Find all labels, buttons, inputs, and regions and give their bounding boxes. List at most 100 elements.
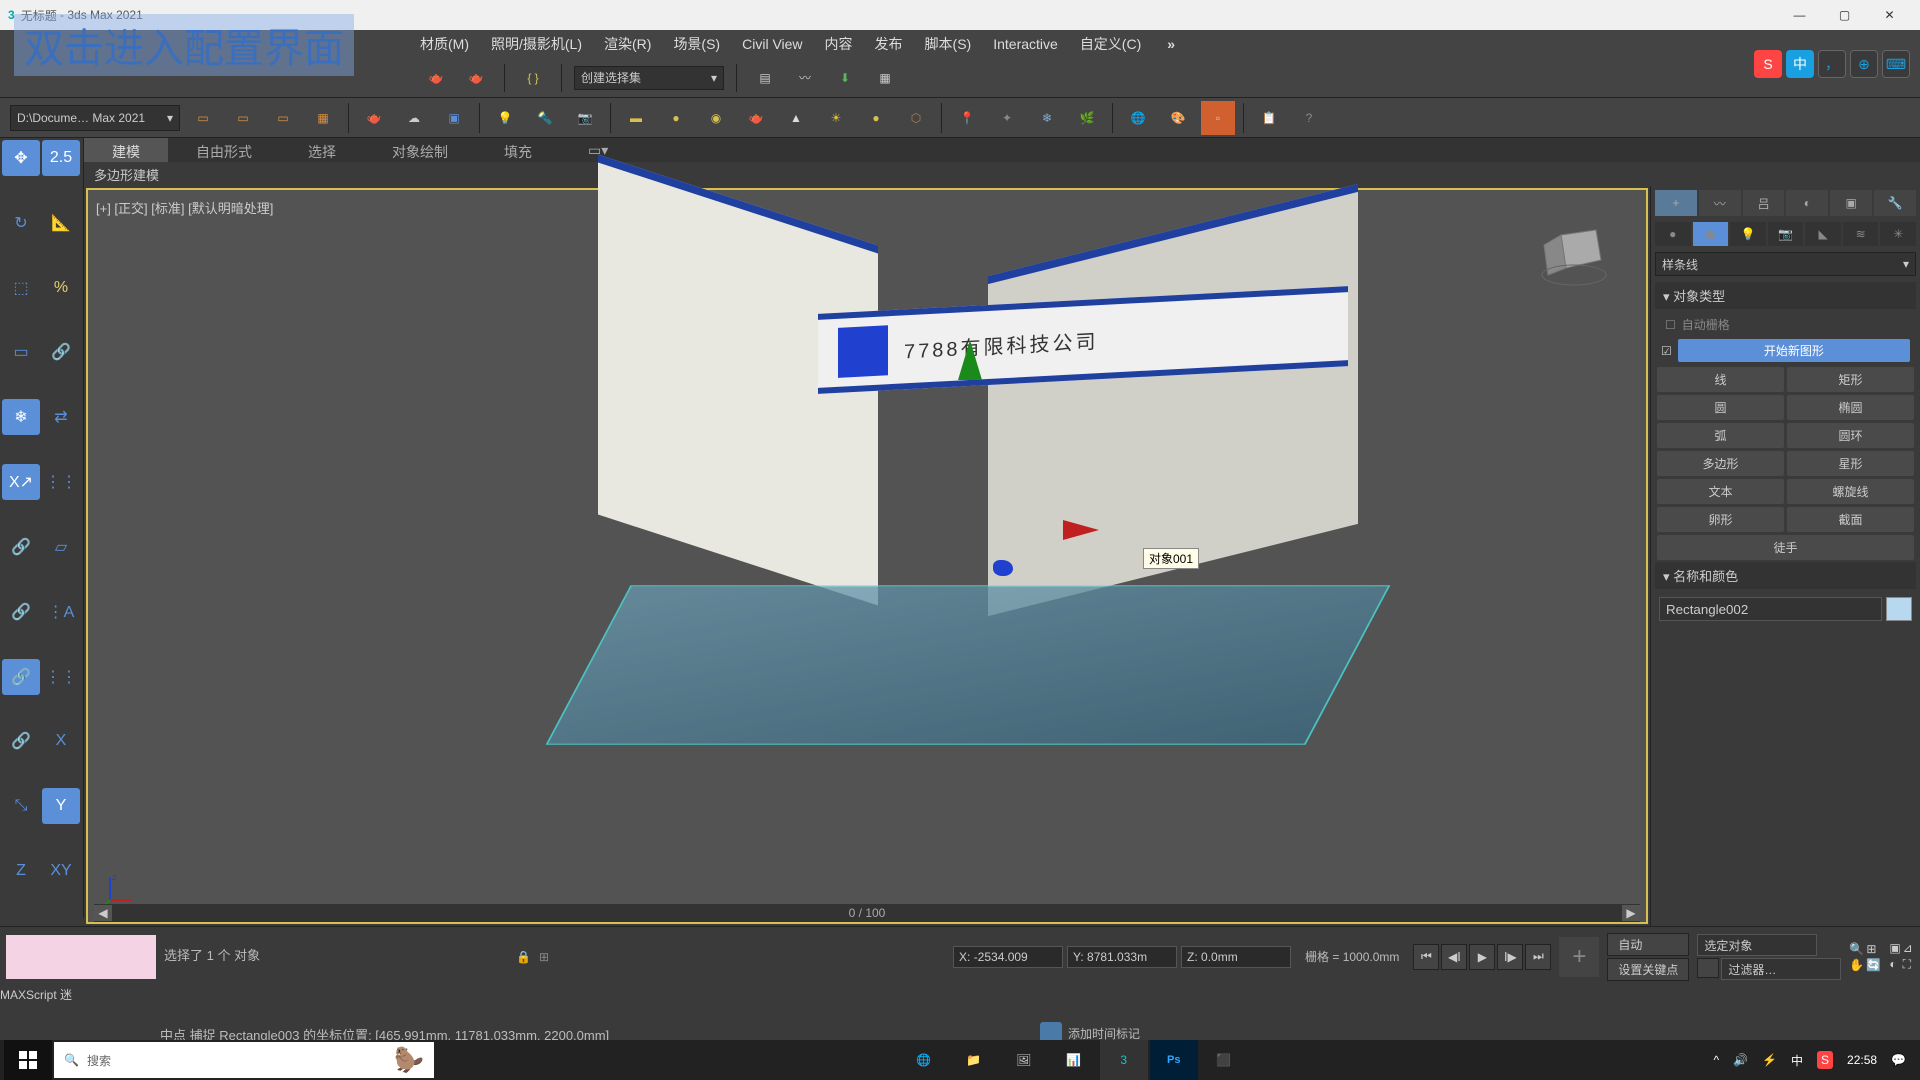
objname-field[interactable] bbox=[1659, 597, 1882, 621]
teapot2-icon[interactable]: 🫖 bbox=[460, 62, 492, 94]
time-play-icon[interactable]: ▶ bbox=[1469, 944, 1495, 970]
tab-modeling[interactable]: 建模 bbox=[84, 138, 168, 162]
maxscript-field[interactable]: MAXScript 迷 bbox=[0, 986, 1920, 1003]
time-end-icon[interactable]: ⏭ bbox=[1525, 944, 1551, 970]
start-button[interactable] bbox=[4, 1040, 52, 1080]
sub-geom-icon[interactable]: ● bbox=[1655, 222, 1691, 246]
grass-icon[interactable]: 🌿 bbox=[1070, 101, 1104, 135]
tag-label[interactable]: 添加时间标记 bbox=[1068, 1025, 1140, 1042]
viewport-main[interactable]: [+] [正交] [标准] [默认明暗处理] 7788有限科技公司 对象001 bbox=[86, 188, 1648, 924]
ime-cn-icon[interactable]: 中 bbox=[1786, 50, 1814, 78]
nav-fov-icon[interactable]: ⊿ bbox=[1903, 941, 1914, 955]
graph-icon[interactable]: 〰 bbox=[789, 62, 821, 94]
time-next-icon[interactable]: Ⅰ▶ bbox=[1497, 944, 1523, 970]
ime-opt3-icon[interactable]: ⌨ bbox=[1882, 50, 1910, 78]
nav-orbit-icon[interactable]: 🔄 bbox=[1866, 958, 1881, 972]
selection-lock-icon[interactable]: ⊞ bbox=[539, 950, 549, 964]
set-key-button[interactable]: 设置关键点 bbox=[1607, 958, 1689, 981]
percent-tool[interactable]: % bbox=[42, 270, 80, 306]
spline-type-dropdown[interactable]: 样条线▾ bbox=[1655, 252, 1916, 276]
task-ps-icon[interactable]: Ps bbox=[1150, 1040, 1198, 1080]
nav-max-icon[interactable]: ⛶ bbox=[1903, 957, 1914, 972]
time-start-icon[interactable]: ⏮ bbox=[1413, 944, 1439, 970]
lock-icon[interactable]: 🔒 bbox=[516, 950, 531, 964]
select-tool[interactable]: ▭ bbox=[2, 334, 40, 370]
btn-rect[interactable]: 矩形 bbox=[1787, 367, 1914, 392]
sub-cam-icon[interactable]: 📷 bbox=[1768, 222, 1804, 246]
link3-tool[interactable]: 🔗 bbox=[2, 594, 40, 630]
time-slider[interactable]: ◀ 0 / 100 ▶ bbox=[94, 904, 1640, 922]
sphere2-icon[interactable]: ● bbox=[859, 101, 893, 135]
create-tab-icon[interactable]: + bbox=[1655, 190, 1697, 216]
link5-tool[interactable]: 🔗 bbox=[2, 723, 40, 759]
sub-space-icon[interactable]: ≋ bbox=[1843, 222, 1879, 246]
dots-tool[interactable]: ⋮⋮ bbox=[42, 464, 80, 500]
spot-icon[interactable]: 🔦 bbox=[528, 101, 562, 135]
curlybrace-icon[interactable]: { } bbox=[517, 62, 549, 94]
btn-egg[interactable]: 卵形 bbox=[1657, 507, 1784, 532]
cloud-icon[interactable]: ☁ bbox=[397, 101, 431, 135]
snowflake-tool[interactable]: ❄ bbox=[2, 399, 40, 435]
task-rec-icon[interactable]: ⬛ bbox=[1200, 1040, 1248, 1080]
ime-sogou-icon[interactable]: S bbox=[1754, 50, 1782, 78]
tray-sound-icon[interactable]: 🔊 bbox=[1733, 1053, 1748, 1067]
startshape-button[interactable]: 开始新图形 bbox=[1678, 339, 1910, 362]
viewport-label[interactable]: [+] [正交] [标准] [默认明暗处理] bbox=[96, 198, 273, 217]
tray-sogou-icon[interactable]: S bbox=[1817, 1051, 1833, 1069]
nav-zoom-icon[interactable]: 🔍 bbox=[1849, 942, 1864, 956]
time-prev-icon[interactable]: ◀Ⅰ bbox=[1441, 944, 1467, 970]
close-button[interactable]: ✕ bbox=[1867, 0, 1912, 30]
task-3dsmax-icon[interactable]: 3 bbox=[1100, 1040, 1148, 1080]
section-namecolor[interactable]: ▾ 名称和颜色 bbox=[1655, 562, 1916, 589]
display-tab-icon[interactable]: ▣ bbox=[1830, 190, 1872, 216]
move-tool[interactable]: ✥ bbox=[2, 140, 40, 176]
nav-zoomall-icon[interactable]: ⊞ bbox=[1866, 942, 1881, 956]
selectset-dropdown[interactable]: 创建选择集▾ bbox=[574, 66, 724, 90]
taskbar-search[interactable]: 🔍 搜索🦫 bbox=[54, 1042, 434, 1078]
minimize-button[interactable]: — bbox=[1777, 0, 1822, 30]
teapot-icon[interactable]: 🫖 bbox=[420, 62, 452, 94]
download-icon[interactable]: ⬇ bbox=[829, 62, 861, 94]
tray-time[interactable]: 22:58 bbox=[1847, 1053, 1877, 1067]
box3-icon[interactable]: ▭ bbox=[266, 101, 300, 135]
help-icon[interactable]: ? bbox=[1292, 101, 1326, 135]
ime-opt2-icon[interactable]: ⊕ bbox=[1850, 50, 1878, 78]
nav-region-icon[interactable]: ▣ bbox=[1889, 941, 1900, 955]
text-a-tool[interactable]: ⋮A bbox=[42, 594, 80, 630]
teapot3-icon[interactable]: 🫖 bbox=[357, 101, 391, 135]
btn-line[interactable]: 线 bbox=[1657, 367, 1784, 392]
menu-civilview[interactable]: Civil View bbox=[742, 36, 802, 52]
axis-x-tool[interactable]: X bbox=[42, 723, 80, 759]
gizmo-y-icon[interactable] bbox=[958, 340, 982, 380]
camera-icon[interactable]: 📷 bbox=[568, 101, 602, 135]
menu-overflow-icon[interactable]: » bbox=[1167, 36, 1175, 52]
menu-interactive[interactable]: Interactive bbox=[993, 36, 1058, 52]
bulb-icon[interactable]: 💡 bbox=[488, 101, 522, 135]
edge-tool[interactable]: ▱ bbox=[42, 529, 80, 565]
gizmo-z-icon[interactable] bbox=[993, 560, 1013, 576]
coord-z[interactable]: Z: 0.0mm bbox=[1181, 946, 1291, 968]
btn-circle[interactable]: 圆 bbox=[1657, 395, 1784, 420]
key-plus-icon[interactable]: + bbox=[1559, 937, 1599, 977]
menu-customize[interactable]: 自定义(C) bbox=[1080, 34, 1141, 54]
scale-tool[interactable]: ⬚ bbox=[2, 270, 40, 306]
filter-dropdown[interactable]: 过滤器… bbox=[1721, 958, 1841, 980]
tab-objpaint[interactable]: 对象绘制 bbox=[364, 138, 476, 162]
btn-helix[interactable]: 螺旋线 bbox=[1787, 479, 1914, 504]
btn-donut[interactable]: 圆环 bbox=[1787, 423, 1914, 448]
angle-tool[interactable]: 📐 bbox=[42, 205, 80, 241]
color-swatch[interactable] bbox=[1886, 597, 1912, 621]
sphere-icon[interactable]: ● bbox=[659, 101, 693, 135]
xform-tool[interactable]: X↗ bbox=[2, 464, 40, 500]
palette-icon[interactable]: 🎨 bbox=[1161, 101, 1195, 135]
btn-star[interactable]: 星形 bbox=[1787, 451, 1914, 476]
btn-polygon[interactable]: 多边形 bbox=[1657, 451, 1784, 476]
viewcube[interactable] bbox=[1536, 220, 1616, 290]
sub-light-icon[interactable]: 💡 bbox=[1730, 222, 1766, 246]
clipboard-icon[interactable]: 📋 bbox=[1252, 101, 1286, 135]
btn-section[interactable]: 截面 bbox=[1787, 507, 1914, 532]
nav-pan-icon[interactable]: ✋ bbox=[1849, 958, 1864, 972]
boxgrid-icon[interactable]: ▦ bbox=[306, 101, 340, 135]
fx-icon[interactable]: ▫ bbox=[1201, 101, 1235, 135]
btn-text[interactable]: 文本 bbox=[1657, 479, 1784, 504]
